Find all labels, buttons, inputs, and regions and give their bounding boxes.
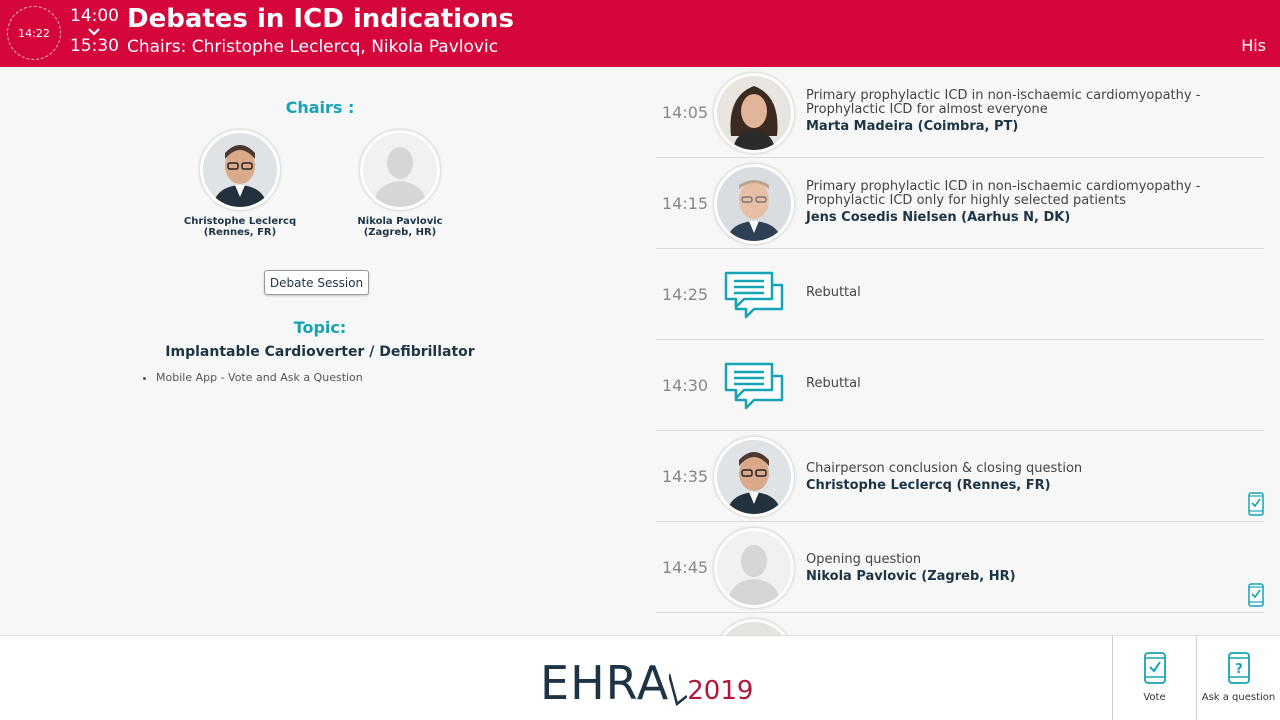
current-time-clock: 14:22 (7, 6, 61, 60)
schedule-row[interactable] (656, 613, 1264, 635)
talk-text: Opening question Nikola Pavlovic (Zagreb… (806, 553, 1256, 584)
vote-phone-icon[interactable] (1248, 583, 1264, 607)
vote-label: Vote (1143, 692, 1166, 703)
schedule-row[interactable]: 14:25 Rebuttal (656, 249, 1264, 340)
info-bullets: Mobile App - Vote and Ask a Question (156, 371, 363, 384)
schedule-row[interactable]: 14:35 Chairperson conclusion & closing q… (656, 431, 1264, 522)
talk-speaker: Jens Cosedis Nielsen (Aarhus N, DK) (806, 210, 1071, 225)
footer-bar: EHRA 2019 Vote ? Ask a question (0, 635, 1280, 720)
talk-speaker: Marta Madeira (Coimbra, PT) (806, 119, 1019, 134)
speaker-photo (714, 437, 794, 517)
session-chairs: Chairs: Christophe Leclercq, Nikola Pavl… (127, 37, 499, 57)
schedule-row[interactable]: 14:45 Opening question Nikola Pavlovic (… (656, 522, 1264, 613)
question-phone-icon: ? (1227, 652, 1250, 684)
speaker-photo (714, 73, 794, 153)
talk-time: 14:45 (662, 558, 709, 577)
talk-title: Primary prophylactic ICD in non-ischaemi… (806, 88, 1201, 117)
chair-photo (200, 130, 280, 210)
chairs-heading: Chairs : (285, 98, 355, 117)
current-time: 14:22 (18, 26, 50, 40)
chair-location: (Zagreb, HR) (363, 227, 437, 238)
talk-title: Rebuttal (806, 376, 861, 391)
schedule-row[interactable]: 14:30 Rebuttal (656, 340, 1264, 431)
talk-time: 14:30 (662, 376, 709, 395)
placeholder-avatar-icon (714, 528, 794, 608)
vote-phone-icon[interactable] (1248, 492, 1264, 516)
talk-title: Rebuttal (806, 285, 861, 300)
speaker-photo (714, 164, 794, 244)
vote-phone-icon (1143, 652, 1166, 684)
chair-location: (Rennes, FR) (203, 227, 277, 238)
chat-icon (724, 271, 784, 323)
talk-time: 14:15 (662, 194, 709, 213)
talk-text: Rebuttal (806, 286, 1256, 300)
chair-name: Christophe Leclercq (183, 216, 297, 227)
ask-question-label: Ask a question (1201, 692, 1276, 703)
end-time: 15:30 (70, 36, 119, 56)
start-time: 14:00 (70, 6, 119, 26)
session-header: 14:22 14:00 15:30 Debates in ICD indicat… (0, 0, 1280, 67)
speaker-photo (714, 619, 794, 635)
talk-time: 14:25 (662, 285, 709, 304)
session-times: 14:00 15:30 (70, 6, 119, 56)
talk-text: Primary prophylactic ICD in non-ischaemi… (806, 180, 1256, 225)
topic-heading: Topic: (293, 318, 347, 337)
logo-text: EHRA (540, 656, 670, 710)
talk-speaker: Nikola Pavlovic (Zagreb, HR) (806, 569, 1016, 584)
talk-speaker: Christophe Leclercq (Rennes, FR) (806, 478, 1051, 493)
talk-text: Chairperson conclusion & closing questio… (806, 462, 1256, 493)
bullet-item: Mobile App - Vote and Ask a Question (156, 371, 363, 384)
schedule-row[interactable]: 14:15 Primary prophylactic ICD in non-is… (656, 158, 1264, 249)
chat-icon (724, 362, 784, 414)
ask-question-button[interactable]: ? Ask a question (1196, 636, 1280, 720)
logo-check-mark (669, 673, 688, 706)
session-type-button[interactable]: Debate Session (264, 270, 369, 295)
chair-card[interactable]: Nikola Pavlovic (Zagreb, HR) (320, 130, 480, 238)
svg-text:?: ? (1235, 662, 1243, 677)
talk-time: 14:05 (662, 103, 709, 122)
talk-title: Chairperson conclusion & closing questio… (806, 461, 1083, 476)
talk-title: Primary prophylactic ICD in non-ischaemi… (806, 179, 1201, 208)
logo-year: 2019 (687, 676, 754, 706)
schedule-row[interactable]: 14:05 Primary prophylactic ICD in non-is… (656, 67, 1264, 158)
talk-title: Opening question (806, 552, 922, 567)
history-link[interactable]: His (1241, 36, 1266, 55)
placeholder-avatar-icon (360, 130, 440, 210)
talk-time: 14:35 (662, 467, 709, 486)
chair-card[interactable]: Christophe Leclercq (Rennes, FR) (160, 130, 320, 238)
talk-text: Rebuttal (806, 377, 1256, 391)
schedule-list[interactable]: 14:05 Primary prophylactic ICD in non-is… (656, 67, 1264, 635)
ehra-logo: EHRA 2019 (540, 656, 753, 706)
chair-name: Nikola Pavlovic (357, 216, 443, 227)
talk-text: Primary prophylactic ICD in non-ischaemi… (806, 89, 1256, 134)
session-info-panel: Chairs : Christophe Leclercq (Rennes, FR… (0, 67, 640, 635)
topic-value: Implantable Cardioverter / Defibrillator (165, 344, 475, 360)
vote-button[interactable]: Vote (1112, 636, 1196, 720)
session-title: Debates in ICD indications (127, 4, 514, 34)
